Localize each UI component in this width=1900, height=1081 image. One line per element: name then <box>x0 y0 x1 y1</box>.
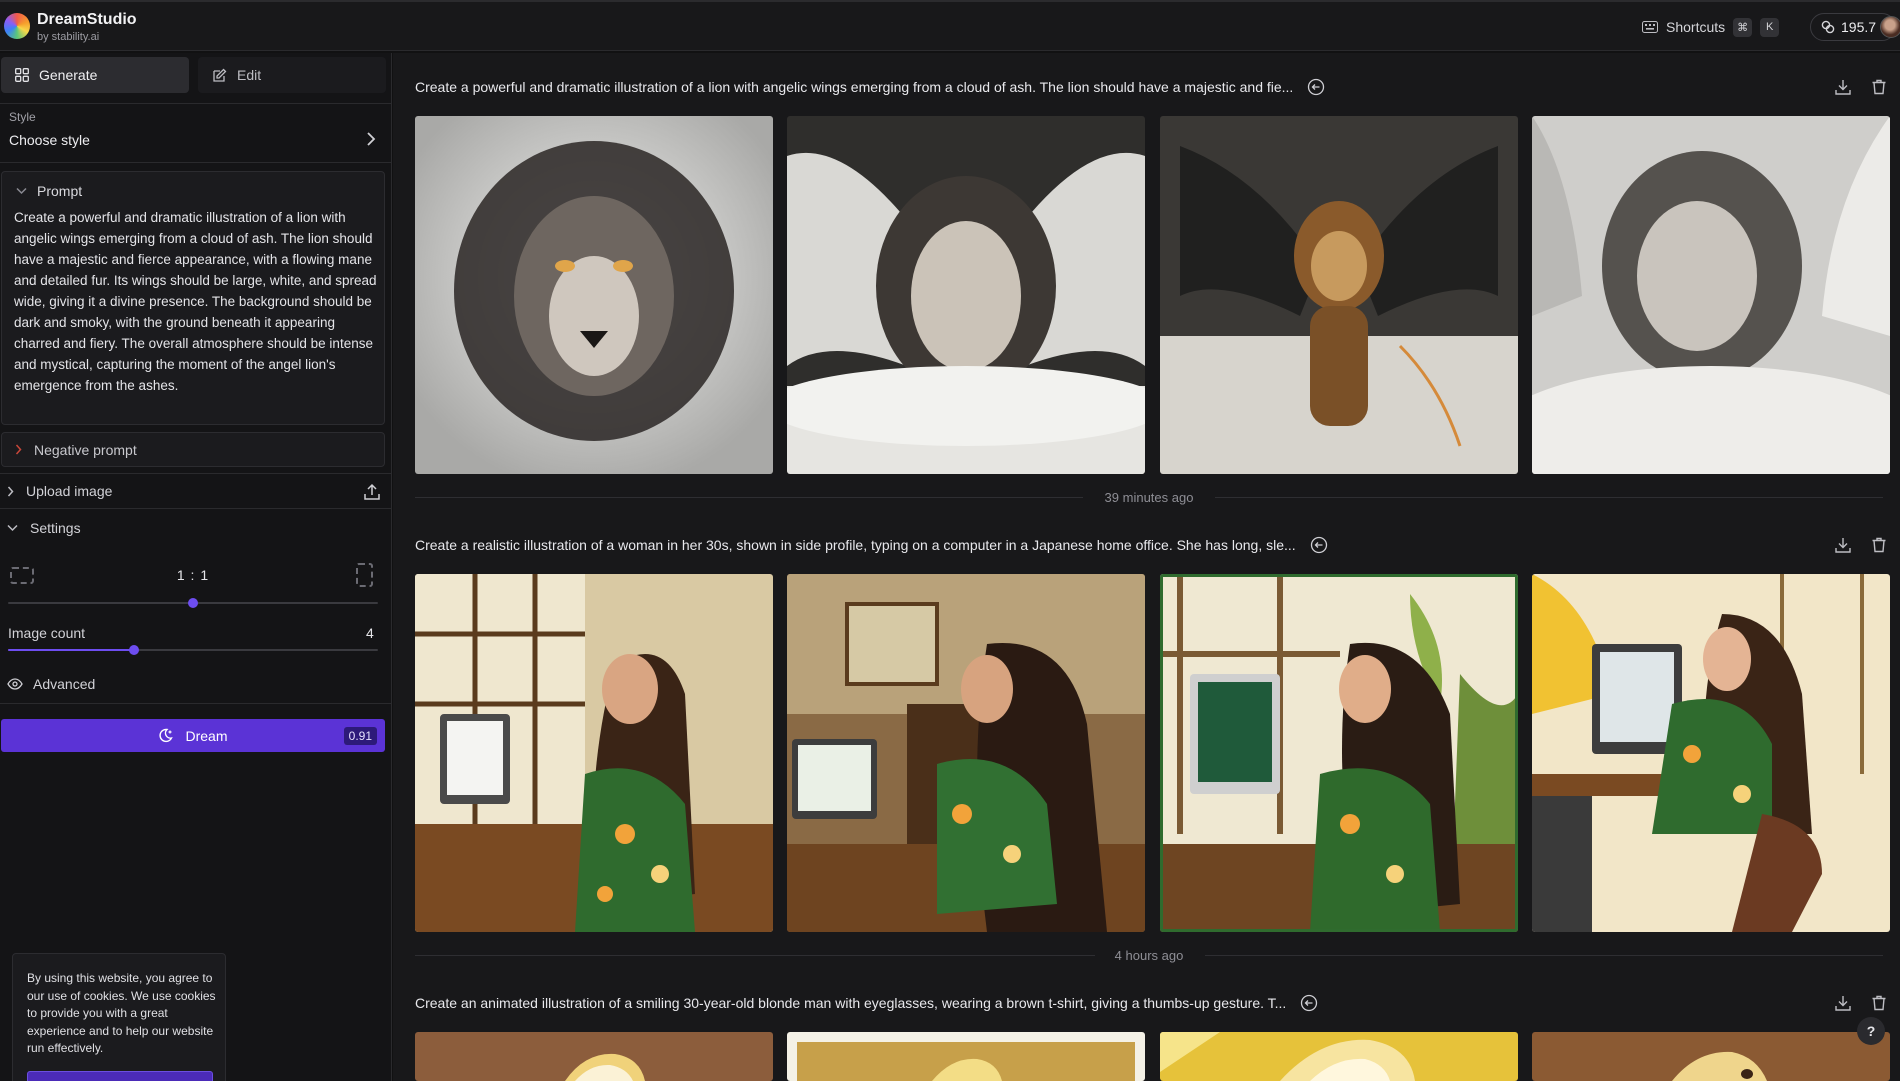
trash-icon[interactable] <box>1870 994 1888 1012</box>
settings-label: Settings <box>30 520 81 536</box>
tab-edit-label: Edit <box>237 67 262 83</box>
reuse-prompt-icon[interactable] <box>1300 994 1318 1012</box>
generated-image[interactable] <box>1532 574 1890 932</box>
negative-prompt-toggle[interactable]: Negative prompt <box>1 432 385 467</box>
trash-icon[interactable] <box>1870 536 1888 554</box>
dreamstudio-logo-icon[interactable] <box>4 13 30 39</box>
aspect-ratio-value: 1 : 1 <box>176 567 210 583</box>
chevron-right-icon[interactable] <box>364 130 378 148</box>
generation-group-header: Create a powerful and dramatic illustrat… <box>415 74 1325 100</box>
shortcuts-label: Shortcuts <box>1666 19 1726 35</box>
trash-icon[interactable] <box>1870 78 1888 96</box>
generated-image-selected[interactable] <box>1160 574 1518 932</box>
advanced-label: Advanced <box>33 676 96 692</box>
credits-icon <box>1821 20 1835 34</box>
time-ago-label: 39 minutes ago <box>1104 490 1194 505</box>
prompt-toggle[interactable]: Prompt <box>16 183 82 199</box>
sidebar: Generate Edit Style Choose style Prompt … <box>0 53 392 1081</box>
generated-image[interactable] <box>415 116 773 474</box>
generated-image[interactable] <box>1532 1032 1890 1081</box>
chevron-right-icon <box>15 444 22 455</box>
generation-prompt[interactable]: Create an animated illustration of a smi… <box>415 995 1286 1011</box>
cookie-text: By using this website, you agree to our … <box>27 971 216 1055</box>
settings-toggle[interactable]: Settings <box>0 513 391 543</box>
shortcuts-button[interactable]: Shortcuts ⌘ K <box>1642 16 1780 38</box>
generation-prompt[interactable]: Create a realistic illustration of a wom… <box>415 537 1296 553</box>
top-bar: DreamStudio by stability.ai Shortcuts ⌘ … <box>0 0 1900 51</box>
generated-image[interactable] <box>1532 116 1890 474</box>
app-subtitle: by stability.ai <box>37 31 100 43</box>
dream-cost-badge: 0.91 <box>343 727 377 745</box>
dream-button-label: Dream <box>185 727 228 744</box>
prompt-textarea[interactable]: Create a powerful and dramatic illustrat… <box>14 207 380 396</box>
chevron-down-icon <box>7 524 18 532</box>
chevron-right-icon <box>7 486 14 496</box>
generation-group-header: Create a realistic illustration of a wom… <box>415 532 1328 558</box>
tab-generate[interactable]: Generate <box>1 57 189 93</box>
download-icon[interactable] <box>1834 536 1852 554</box>
cookie-banner: By using this website, you agree to our … <box>12 953 226 1081</box>
aspect-ratio-slider-thumb[interactable] <box>188 598 198 608</box>
negative-prompt-label: Negative prompt <box>34 441 137 458</box>
generated-image[interactable] <box>415 1032 773 1081</box>
download-icon[interactable] <box>1834 994 1852 1012</box>
image-count-slider-thumb[interactable] <box>128 645 139 655</box>
generated-image[interactable] <box>787 574 1145 932</box>
keyboard-icon <box>1642 21 1658 33</box>
grid-icon <box>15 68 29 82</box>
dream-moon-icon <box>159 728 174 743</box>
image-count-label: Image count <box>8 625 86 641</box>
generated-image[interactable] <box>1160 1032 1518 1081</box>
generated-image[interactable] <box>1160 116 1518 474</box>
portrait-ratio-icon[interactable] <box>356 563 373 587</box>
upload-icon[interactable] <box>363 483 381 501</box>
command-key-badge: ⌘ <box>1733 17 1753 37</box>
generated-image[interactable] <box>415 574 773 932</box>
upload-image-label: Upload image <box>26 483 113 499</box>
generation-group-header: Create an animated illustration of a smi… <box>415 990 1318 1016</box>
advanced-toggle[interactable]: Advanced <box>7 676 95 692</box>
k-key-badge: K <box>1760 17 1780 37</box>
reuse-prompt-icon[interactable] <box>1307 78 1325 96</box>
tab-edit[interactable]: Edit <box>198 57 386 93</box>
time-ago-label: 4 hours ago <box>1114 948 1184 963</box>
divider <box>0 703 391 704</box>
image-count-value: 4 <box>366 625 374 641</box>
edit-icon <box>213 68 227 82</box>
eye-icon <box>7 678 23 690</box>
prompt-label: Prompt <box>37 183 83 199</box>
style-label: Style <box>9 110 36 124</box>
credits-value: 195.7 <box>1841 19 1877 35</box>
generation-prompt[interactable]: Create a powerful and dramatic illustrat… <box>415 79 1293 95</box>
dream-button[interactable]: Dream 0.91 <box>1 719 385 752</box>
chevron-down-icon <box>16 187 27 195</box>
reuse-prompt-icon[interactable] <box>1310 536 1328 554</box>
time-separator: 4 hours ago <box>415 948 1883 963</box>
gallery: Create a powerful and dramatic illustrat… <box>393 53 1900 1081</box>
accept-cookies-button[interactable]: Accept <box>27 1071 213 1081</box>
image-count-slider-fill <box>8 649 134 651</box>
app-name: DreamStudio <box>37 11 137 28</box>
time-separator: 39 minutes ago <box>415 490 1883 505</box>
user-avatar[interactable] <box>1880 16 1900 38</box>
landscape-ratio-icon[interactable] <box>10 567 34 584</box>
upload-image-toggle[interactable]: Upload image <box>0 473 391 509</box>
prompt-panel: Prompt Create a powerful and dramatic il… <box>1 171 385 425</box>
style-value[interactable]: Choose style <box>9 132 90 148</box>
generated-image[interactable] <box>787 1032 1145 1081</box>
download-icon[interactable] <box>1834 78 1852 96</box>
help-button[interactable]: ? <box>1857 1017 1885 1045</box>
tab-generate-label: Generate <box>39 67 98 83</box>
generated-image[interactable] <box>787 116 1145 474</box>
